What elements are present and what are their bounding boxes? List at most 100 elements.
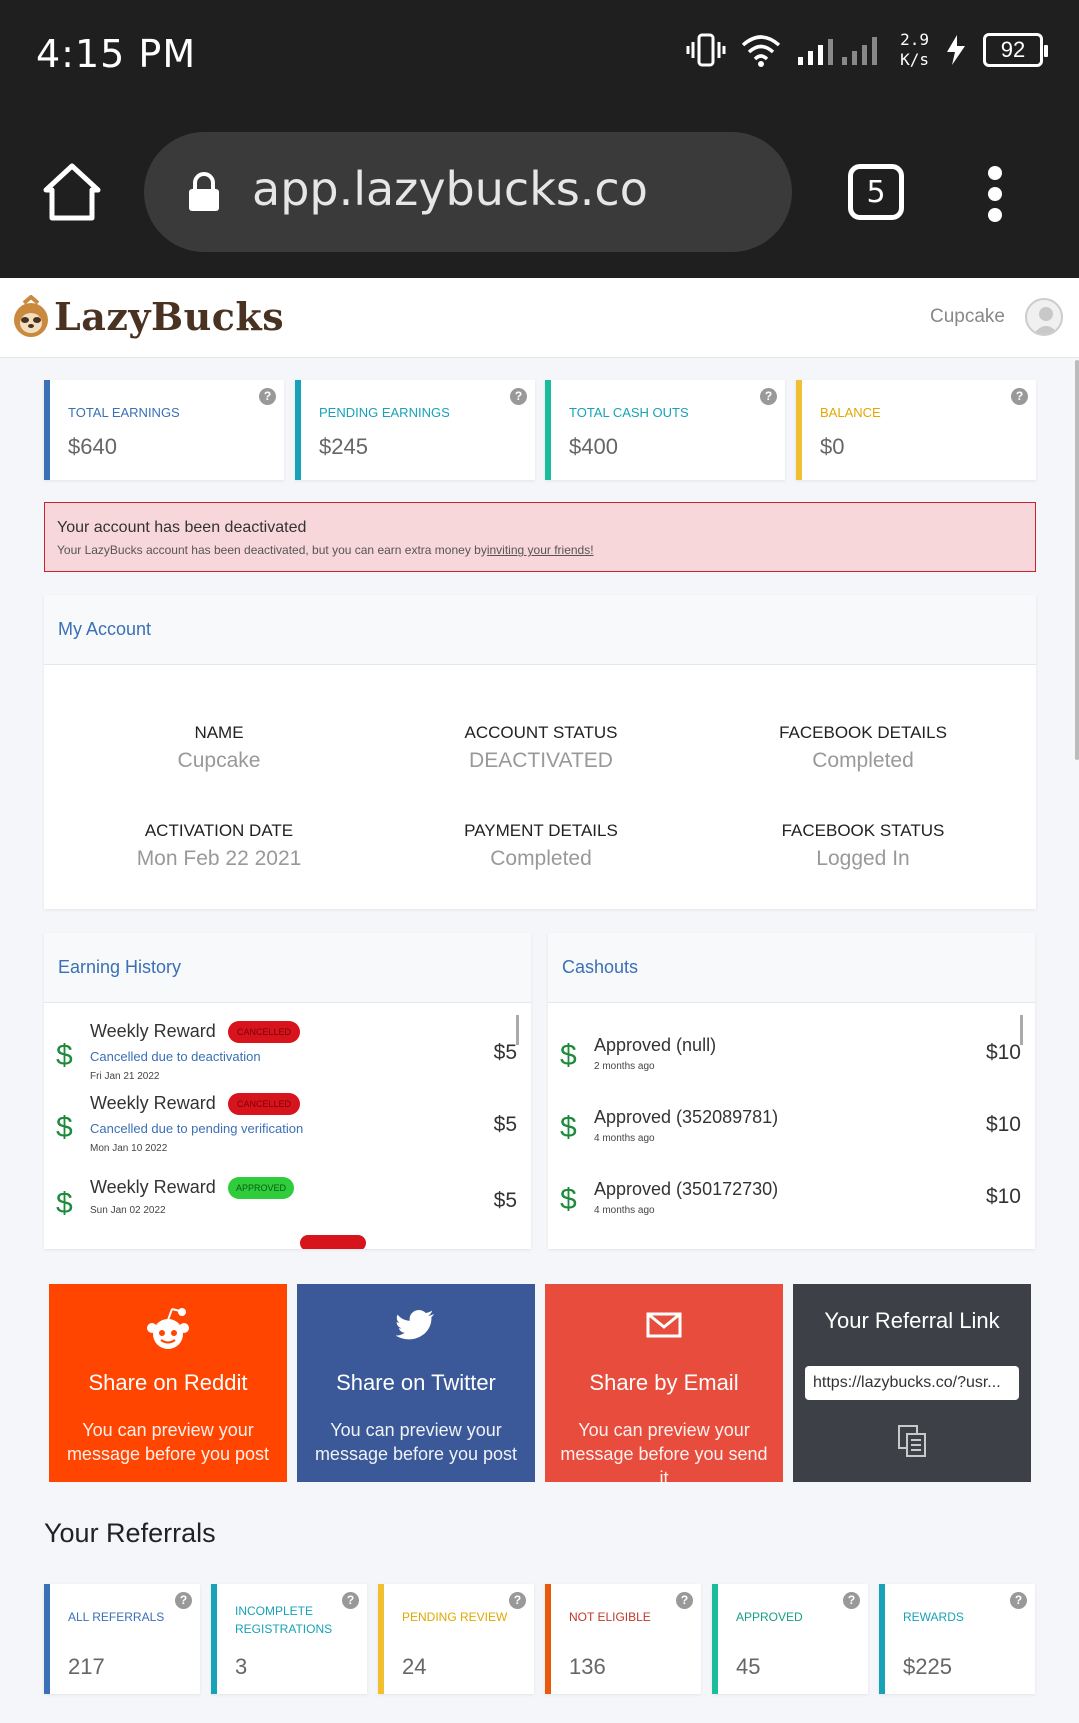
referral-stat-not-eligible: NOT ELIGIBLE 136 ? (545, 1584, 701, 1694)
tile-title: Share on Twitter (336, 1370, 496, 1395)
field-label: NAME (194, 723, 244, 742)
help-icon[interactable]: ? (175, 1592, 192, 1609)
share-twitter-button[interactable]: Share on Twitter You can preview your me… (297, 1284, 535, 1482)
address-bar[interactable]: app.lazybucks.co (144, 132, 792, 252)
panel-header: Cashouts (548, 933, 1035, 1003)
referral-stat-rewards: REWARDS $225 ? (879, 1584, 1035, 1694)
stat-label: TOTAL CASH OUTS (569, 405, 689, 420)
status-badge: CANCELLED (228, 1093, 300, 1115)
help-icon[interactable]: ? (259, 388, 276, 405)
tab-switcher-button[interactable]: 5 (848, 164, 904, 220)
tile-description: You can preview your message before you … (314, 1420, 518, 1464)
panel-title: My Account (58, 619, 152, 639)
share-email-button[interactable]: Share by Email You can preview your mess… (545, 1284, 783, 1488)
browser-menu-icon[interactable] (986, 166, 1004, 222)
help-icon[interactable]: ? (1011, 388, 1028, 405)
row-title: Weekly Reward (90, 1093, 216, 1113)
field-label: FACEBOOK STATUS (781, 821, 945, 840)
help-icon[interactable]: ? (760, 388, 777, 405)
help-icon[interactable]: ? (1010, 1592, 1027, 1609)
copy-icon[interactable] (793, 1424, 1031, 1458)
list-item: $ Approved (null) 2 months ago $10 (548, 1015, 1035, 1085)
referral-link-card: Your Referral Link https://lazybucks.co/… (793, 1284, 1031, 1482)
alert-message: Your LazyBucks account has been deactiva… (57, 543, 594, 557)
tile-title: Share on Reddit (88, 1370, 248, 1395)
field-value: Logged In (816, 847, 910, 870)
list-item: $ Approved (350172730) 4 months ago $10 (548, 1159, 1035, 1229)
network-speed: 2.9 K/s (900, 30, 929, 70)
field-value: Cupcake (177, 749, 261, 772)
stat-value: $640 (68, 434, 117, 459)
stat-pending-earnings: PENDING EARNINGS $245 ? (295, 380, 535, 480)
row-date: 2 months ago (594, 1061, 655, 1072)
stat-label: APPROVED (736, 1610, 803, 1624)
row-title: Approved (350172730) (594, 1179, 779, 1199)
panel-title: Cashouts (562, 957, 639, 977)
panel-header: Earning History (44, 933, 531, 1003)
stat-total-cash-outs: TOTAL CASH OUTS $400 ? (545, 380, 785, 480)
alert-message-text: Your LazyBucks account has been deactiva… (57, 543, 487, 557)
stat-label: PENDING EARNINGS (319, 405, 450, 420)
account-field-payment-details: PAYMENT DETAILS Completed (380, 821, 702, 871)
dollar-icon: $ (56, 1111, 73, 1144)
logo[interactable]: LazyBucks (12, 294, 284, 339)
stat-value: $245 (319, 434, 368, 459)
stat-value: $225 (903, 1654, 952, 1679)
battery-indicator: 92 (983, 33, 1048, 67)
account-field-facebook-status: FACEBOOK STATUS Logged In (702, 821, 1024, 871)
wifi-icon (741, 35, 781, 67)
stat-value: 217 (68, 1654, 105, 1679)
referral-stat-incomplete: INCOMPLETE REGISTRATIONS 3 ? (211, 1584, 367, 1694)
reddit-icon (49, 1306, 287, 1350)
field-label: PAYMENT DETAILS (464, 821, 618, 840)
deactivation-alert: Your account has been deactivated Your L… (44, 502, 1036, 572)
invite-friends-link[interactable]: inviting your friends! (487, 543, 594, 557)
field-label: FACEBOOK DETAILS (779, 723, 947, 742)
referral-stat-all: ALL REFERRALS 217 ? (44, 1584, 200, 1694)
row-amount: $10 (985, 1185, 1021, 1208)
logo-text: LazyBucks (54, 294, 285, 339)
list-item: $ Weekly Reward CANCELLED Cancelled due … (44, 1015, 531, 1085)
panel-header: My Account (44, 595, 1036, 665)
row-title: Approved (null) (594, 1035, 717, 1055)
avatar[interactable] (1025, 298, 1063, 336)
row-date: Mon Jan 10 2022 (90, 1143, 168, 1154)
status-badge: APPROVED (228, 1177, 294, 1199)
stat-value: 136 (569, 1654, 606, 1679)
earning-history-panel: Earning History $ Weekly Reward CANCELLE… (44, 933, 531, 1249)
help-icon[interactable]: ? (342, 1592, 359, 1609)
row-amount: $10 (985, 1041, 1021, 1064)
stat-label: REWARDS (903, 1610, 964, 1624)
stat-label: ALL REFERRALS (68, 1610, 165, 1624)
row-date: Sun Jan 02 2022 (90, 1205, 166, 1216)
tile-title: Your Referral Link (824, 1308, 1000, 1333)
browser-toolbar: app.lazybucks.co 5 (0, 110, 1079, 278)
help-icon[interactable]: ? (843, 1592, 860, 1609)
row-title: Weekly Reward (90, 1021, 216, 1041)
user-silhouette-icon (1033, 307, 1059, 334)
stat-label: INCOMPLETE REGISTRATIONS (235, 1604, 333, 1636)
status-badge: CANCELLED (228, 1021, 300, 1043)
account-field-status: ACCOUNT STATUS DEACTIVATED (380, 723, 702, 773)
help-icon[interactable]: ? (509, 1592, 526, 1609)
stat-label: PENDING REVIEW (402, 1610, 508, 1624)
field-value: Completed (490, 847, 592, 870)
home-icon[interactable] (40, 160, 104, 224)
header-user-name[interactable]: Cupcake (930, 306, 1005, 328)
referral-link-input[interactable]: https://lazybucks.co/?usr... (805, 1366, 1019, 1400)
row-reason: Cancelled due to deactivation (90, 1049, 261, 1064)
help-icon[interactable]: ? (510, 388, 527, 405)
envelope-icon (545, 1306, 783, 1350)
stat-label: BALANCE (820, 405, 881, 420)
dollar-icon: $ (560, 1111, 577, 1144)
sloth-logo-icon (14, 294, 48, 337)
account-field-name: NAME Cupcake (58, 723, 380, 773)
alert-title: Your account has been deactivated (57, 519, 307, 536)
help-icon[interactable]: ? (676, 1592, 693, 1609)
dollar-icon: $ (56, 1039, 73, 1072)
field-label: ACCOUNT STATUS (464, 723, 618, 742)
page-scrollbar[interactable] (1075, 360, 1079, 760)
stat-balance: BALANCE $0 ? (796, 380, 1036, 480)
stat-total-earnings: TOTAL EARNINGS $640 ? (44, 380, 284, 480)
share-reddit-button[interactable]: Share on Reddit You can preview your mes… (49, 1284, 287, 1482)
